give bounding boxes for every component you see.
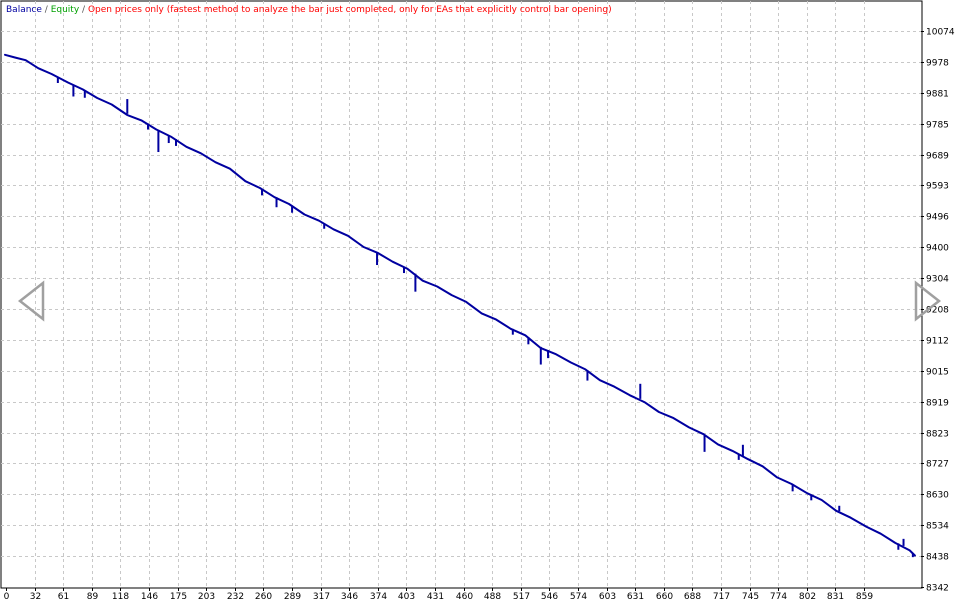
grid: [1, 1, 921, 588]
x-tick-label: 859: [856, 592, 873, 602]
triangle-left-icon[interactable]: [16, 280, 46, 322]
x-tick-label: 61: [58, 592, 69, 602]
x-tick-label: 260: [255, 592, 272, 602]
x-tick-label: 688: [684, 592, 701, 602]
y-tick-label: 9593: [926, 182, 949, 192]
legend-separator: /: [82, 5, 86, 15]
x-tick-label: 717: [713, 592, 730, 602]
x-tick-label: 232: [227, 592, 244, 602]
x-tick-label: 175: [170, 592, 187, 602]
x-tick-label: 802: [799, 592, 816, 602]
x-tick-label: 431: [427, 592, 444, 602]
y-tick-label: 9689: [926, 152, 949, 162]
x-tick-label: 517: [513, 592, 530, 602]
x-tick-label: 118: [112, 592, 129, 602]
y-tick-label: 8342: [926, 584, 949, 594]
x-tick-label: 374: [370, 592, 387, 602]
x-tick-label: 403: [398, 592, 415, 602]
chart-legend: Balance / Equity / Open prices only (fas…: [6, 4, 612, 16]
x-tick-label: 831: [827, 592, 844, 602]
y-tick-label: 9881: [926, 90, 949, 100]
x-tick-label: 346: [341, 592, 358, 602]
strategy-tester-graph: 10074 9978 9881 9785 9689 9593 9496 9400 9304 920…: [0, 0, 961, 603]
x-tick-label: 32: [30, 592, 41, 602]
x-tick-label: 745: [742, 592, 759, 602]
x-tick-label: 317: [313, 592, 330, 602]
x-axis: 0 32 61 89 118 146 175 203 232 260 289 317 346 374 403…: [4, 588, 873, 602]
x-tick-label: 89: [87, 592, 99, 602]
legend-separator: /: [44, 5, 48, 15]
y-tick-label: 9496: [926, 213, 949, 223]
y-tick-label: 9785: [926, 121, 949, 131]
x-tick-label: 488: [484, 592, 501, 602]
x-tick-label: 546: [541, 592, 558, 602]
y-tick-label: 8823: [926, 430, 949, 440]
y-tick-label: 9112: [926, 337, 949, 347]
legend-mode: Open prices only (fastest method to anal…: [87, 5, 612, 15]
x-tick-label: 0: [4, 592, 10, 602]
y-tick-label: 8630: [926, 491, 949, 501]
y-tick-label: 8438: [926, 553, 949, 563]
y-tick-label: 9015: [926, 368, 949, 378]
x-tick-label: 146: [141, 592, 158, 602]
x-tick-label: 203: [198, 592, 215, 602]
y-tick-label: 8727: [926, 460, 949, 470]
plot-frame: [0, 0, 923, 589]
y-tick-label: 9400: [926, 244, 949, 254]
y-tick-label: 10074: [926, 28, 955, 38]
legend-balance: Balance: [6, 5, 42, 15]
y-tick-label: 8534: [926, 522, 949, 532]
x-tick-label: 574: [570, 592, 587, 602]
x-tick-label: 460: [456, 592, 473, 602]
x-tick-label: 603: [599, 592, 616, 602]
legend-equity: Equity: [50, 5, 80, 15]
triangle-right-icon[interactable]: [913, 280, 943, 322]
y-tick-label: 8919: [926, 399, 949, 409]
y-tick-label: 9978: [926, 59, 949, 69]
balance-chart: 1007499789881978596899593949694009304920…: [0, 0, 955, 602]
x-tick-label: 631: [627, 592, 644, 602]
x-tick-label: 289: [284, 592, 301, 602]
x-tick-label: 774: [770, 592, 787, 602]
x-tick-label: 660: [656, 592, 673, 602]
